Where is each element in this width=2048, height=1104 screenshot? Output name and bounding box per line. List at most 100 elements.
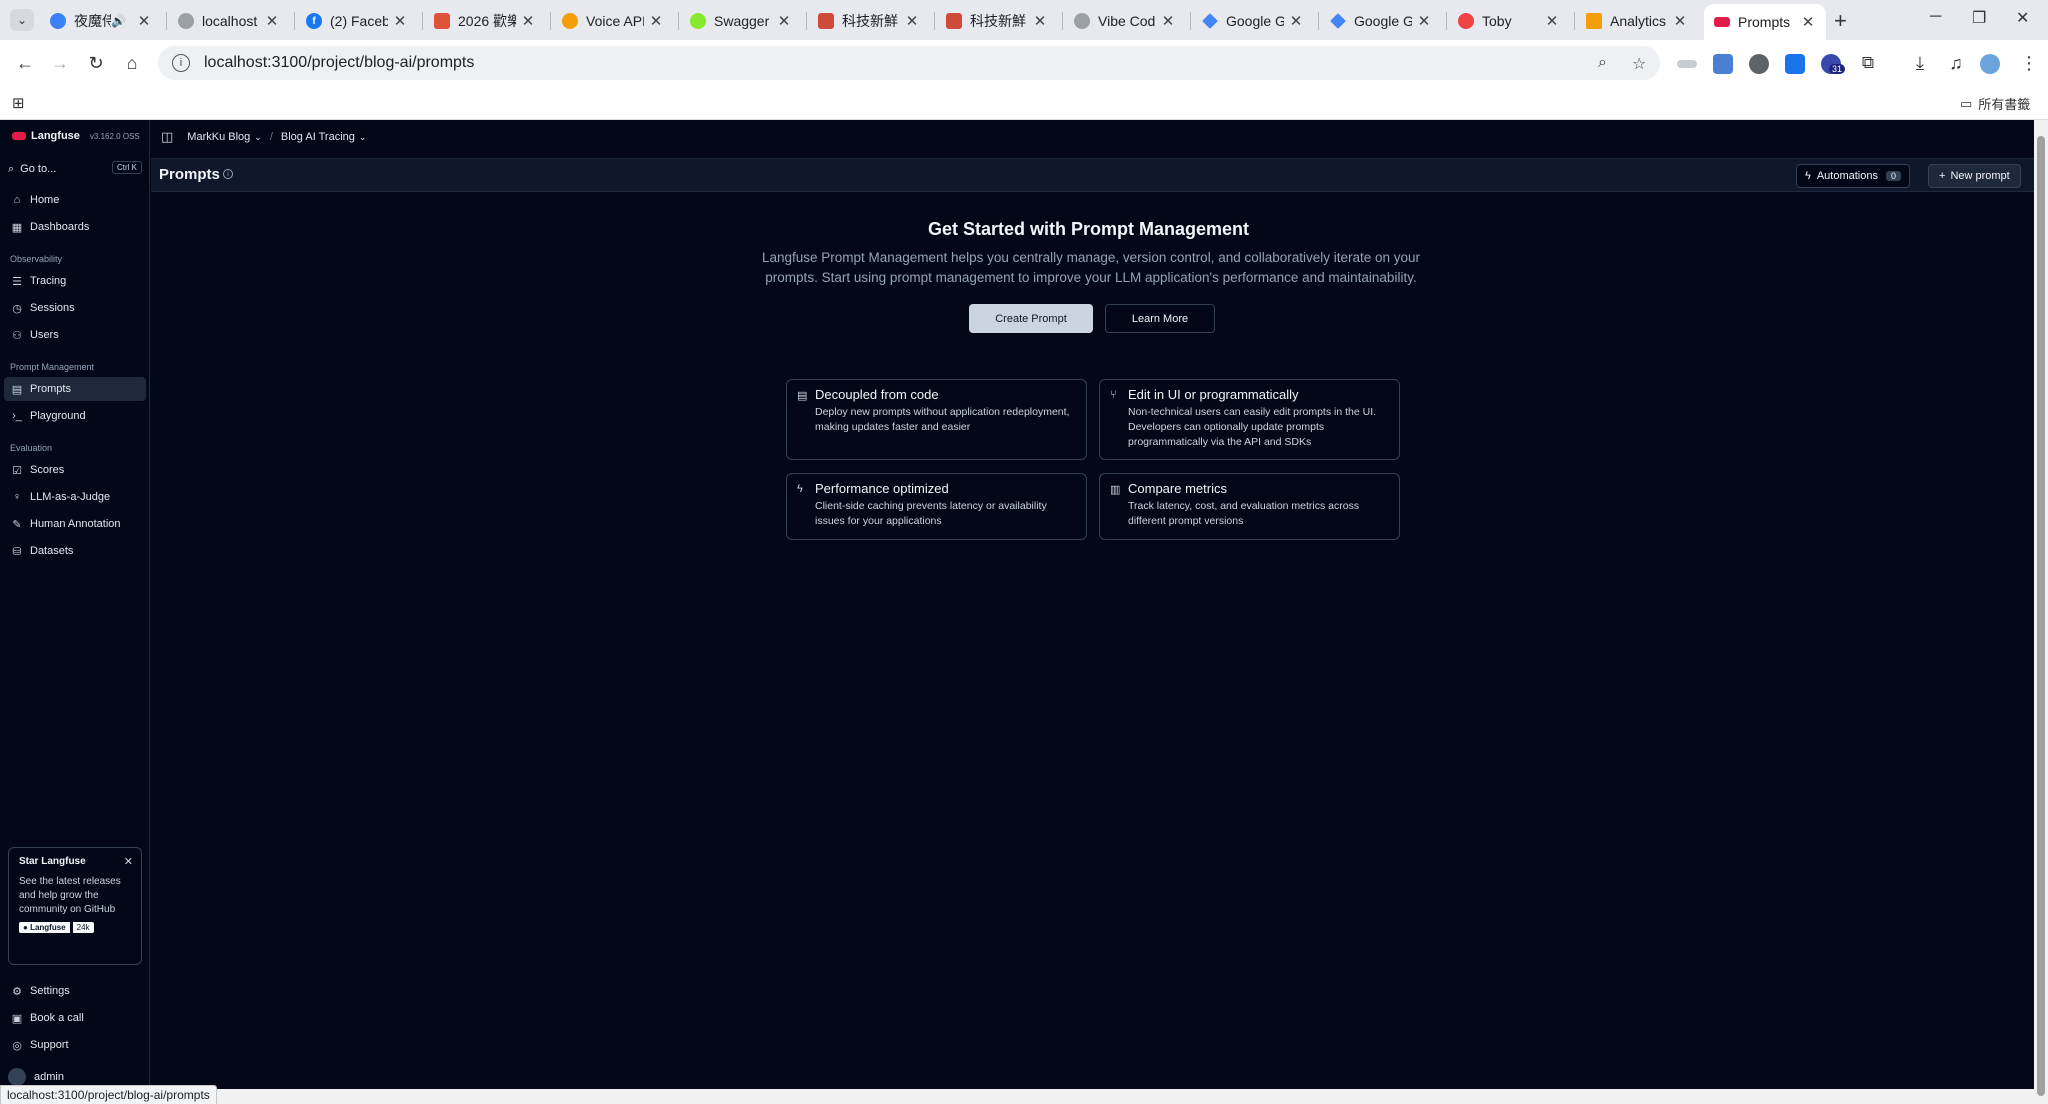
all-bookmarks-folder[interactable]: ▭ 所有書籤 xyxy=(1960,94,2030,113)
browser-tab[interactable]: 科技新鮮 ✕ xyxy=(808,6,930,36)
sidebar-item-playground[interactable]: ›_ Playground xyxy=(4,404,146,428)
back-icon[interactable]: ← xyxy=(12,50,38,76)
close-icon[interactable]: ✕ xyxy=(648,12,664,30)
site-info-icon[interactable]: i xyxy=(172,54,190,72)
url-text[interactable]: localhost:3100/project/blog-ai/prompts xyxy=(204,54,474,72)
browser-tab[interactable]: f (2) Facebo ✕ xyxy=(296,6,418,36)
puzzle-icon[interactable]: ⧉ xyxy=(1855,50,1881,76)
bookmark-star-icon[interactable]: ☆ xyxy=(1632,54,1646,74)
avatar[interactable] xyxy=(1980,54,2000,74)
sidebar-item-human-annotation[interactable]: ✎ Human Annotation xyxy=(4,512,146,536)
browser-tab[interactable]: 2026 歡樂 ✕ xyxy=(424,6,546,36)
browser-tab[interactable]: Swagger ✕ xyxy=(680,6,802,36)
sidebar-item-label: LLM-as-a-Judge xyxy=(30,491,111,503)
sidebar-item-datasets[interactable]: ⛁ Datasets xyxy=(4,539,146,563)
extension-icon[interactable] xyxy=(1785,54,1805,74)
restore-icon[interactable]: ❐ xyxy=(1972,8,1986,28)
forward-icon[interactable]: → xyxy=(47,50,73,76)
close-icon[interactable]: ✕ xyxy=(776,12,792,30)
apps-grid-icon[interactable]: ⊞ xyxy=(12,94,25,112)
new-prompt-button[interactable]: + New prompt xyxy=(1928,164,2021,188)
extension-icon[interactable] xyxy=(1677,60,1697,68)
sidebar-item-llm-as-a-judge[interactable]: ♀ LLM-as-a-Judge xyxy=(4,485,146,509)
sidebar-item-home[interactable]: ⌂ Home xyxy=(4,188,146,212)
sidebar-item-users[interactable]: ⚇ Users xyxy=(4,323,146,347)
tab-title: Vibe Codi xyxy=(1098,13,1156,29)
sidebar-item-book-a-call[interactable]: ▣ Book a call xyxy=(4,1006,146,1030)
extension-icon[interactable]: 31 xyxy=(1821,54,1846,74)
menu-icon[interactable]: ⋮ xyxy=(2016,50,2042,76)
sidebar-toggle-icon[interactable]: ◫ xyxy=(161,129,173,145)
close-icon[interactable]: ✕ xyxy=(520,12,536,30)
create-prompt-button[interactable]: Create Prompt xyxy=(969,304,1093,333)
browser-tab[interactable]: Voice API ✕ xyxy=(552,6,674,36)
browser-tab[interactable]: localhost ✕ xyxy=(168,6,290,36)
tab-favicon-icon xyxy=(690,13,706,29)
chevron-down-icon[interactable]: ⌄ xyxy=(254,132,262,143)
close-icon[interactable]: ✕ xyxy=(1032,12,1048,30)
close-icon[interactable]: ✕ xyxy=(1800,13,1816,31)
zoom-icon[interactable]: ⌕ xyxy=(1598,54,1607,72)
browser-tab[interactable]: Toby ✕ xyxy=(1448,6,1570,36)
sidebar-item-label: Support xyxy=(30,1039,69,1051)
close-icon[interactable]: ✕ xyxy=(1672,12,1688,30)
close-icon[interactable]: ✕ xyxy=(124,855,133,868)
close-icon[interactable]: ✕ xyxy=(392,12,408,30)
feature-card: ⑂ Edit in UI or programmatically Non-tec… xyxy=(1099,379,1400,460)
brand[interactable]: Langfuse v3.162.0 OSS xyxy=(12,130,140,142)
close-icon[interactable]: ✕ xyxy=(136,12,152,30)
close-icon[interactable]: ✕ xyxy=(1416,12,1432,30)
sidebar-item-prompts[interactable]: ▤ Prompts xyxy=(4,377,146,401)
translate-icon[interactable] xyxy=(1713,54,1733,74)
feature-card: ▤ Decoupled from code Deploy new prompts… xyxy=(786,379,1087,460)
browser-tab[interactable]: Vibe Codi ✕ xyxy=(1064,6,1186,36)
close-icon[interactable]: ✕ xyxy=(1544,12,1560,30)
goto-search[interactable]: ⌕ Go to... Ctrl K xyxy=(8,160,142,178)
sidebar-item-sessions[interactable]: ◷ Sessions xyxy=(4,296,146,320)
github-star-badge[interactable]: ● Langfuse 24k xyxy=(19,922,94,933)
zap-icon: ϟ xyxy=(797,483,803,495)
download-icon[interactable]: ⤓ xyxy=(1907,50,1933,76)
info-icon[interactable]: i xyxy=(223,169,233,179)
langfuse-logo-icon xyxy=(12,132,26,140)
chevron-down-icon[interactable]: ⌄ xyxy=(359,132,367,143)
browser-tab[interactable]: Google G ✕ xyxy=(1320,6,1442,36)
reload-icon[interactable]: ↻ xyxy=(83,50,109,76)
user-menu[interactable]: admin xyxy=(8,1068,64,1086)
sidebar-item-support[interactable]: ◎ Support xyxy=(4,1033,146,1057)
extension-icon[interactable] xyxy=(1749,54,1769,74)
close-icon[interactable]: ✕ xyxy=(904,12,920,30)
minimize-icon[interactable]: ─ xyxy=(1930,8,1941,26)
user-name: admin xyxy=(34,1071,64,1083)
tab-favicon-icon: f xyxy=(306,13,322,29)
breadcrumb-org[interactable]: MarkKu Blog xyxy=(187,131,250,143)
window-close-icon[interactable]: ✕ xyxy=(2016,8,2029,28)
browser-tab-active[interactable]: Prompts ✕ xyxy=(1704,4,1826,40)
sidebar-item-scores[interactable]: ☑ Scores xyxy=(4,458,146,482)
media-control-icon[interactable]: ♫ xyxy=(1943,50,1969,76)
close-icon[interactable]: ✕ xyxy=(1288,12,1304,30)
browser-tab[interactable]: 夜魔侍 🔊 ✕ xyxy=(40,6,162,36)
close-icon[interactable]: ✕ xyxy=(1160,12,1176,30)
vertical-scrollbar[interactable] xyxy=(2034,120,2048,1104)
home-icon[interactable]: ⌂ xyxy=(119,50,145,76)
sidebar-item-dashboards[interactable]: ▦ Dashboards xyxy=(4,215,146,239)
browser-tab[interactable]: Analytics ✕ xyxy=(1576,6,1698,36)
scrollbar-thumb[interactable] xyxy=(2037,136,2045,1096)
close-icon[interactable]: ✕ xyxy=(264,12,280,30)
horizontal-scrollbar[interactable] xyxy=(0,1089,2034,1104)
automations-button[interactable]: ϟ Automations 0 xyxy=(1796,164,1910,188)
sidebar-item-tracing[interactable]: ☰ Tracing xyxy=(4,269,146,293)
browser-tab[interactable]: Google G ✕ xyxy=(1192,6,1314,36)
browser-tab[interactable]: 科技新鮮 ✕ xyxy=(936,6,1058,36)
audio-icon[interactable]: 🔊 xyxy=(111,14,126,28)
tab-search-button[interactable]: ⌄ xyxy=(10,9,34,31)
address-bar[interactable]: i localhost:3100/project/blog-ai/prompts… xyxy=(158,46,1660,80)
breadcrumb-project[interactable]: Blog AI Tracing xyxy=(281,131,355,143)
sidebar-item-settings[interactable]: ⚙ Settings xyxy=(4,979,146,1003)
learn-more-button[interactable]: Learn More xyxy=(1105,304,1215,333)
gear-icon: ⚙ xyxy=(12,985,22,998)
new-tab-button[interactable]: + xyxy=(1834,8,1847,34)
avatar xyxy=(8,1068,26,1086)
analytics-icon xyxy=(1586,13,1602,29)
